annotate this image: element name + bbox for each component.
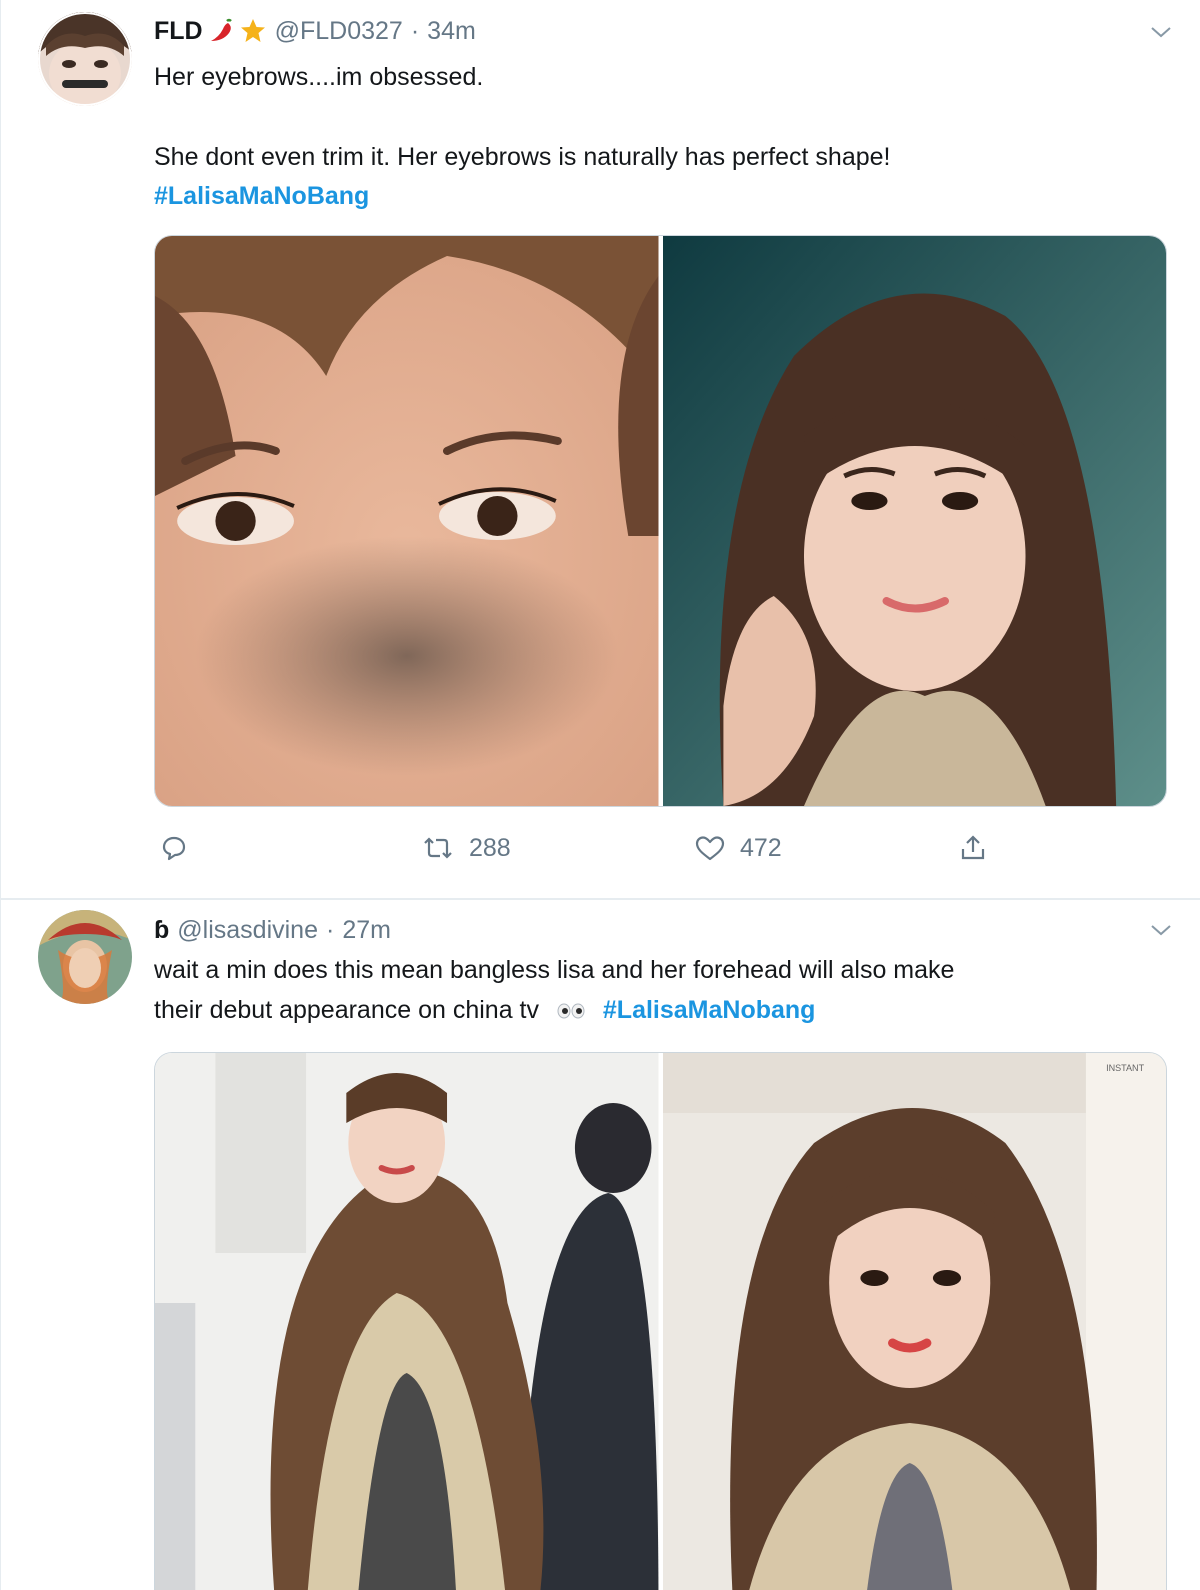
photo-closeup-eyes[interactable] (155, 236, 659, 806)
timeline: FLD @FLD0327 · 34m Her eyebrows....im ob… (0, 0, 1200, 1590)
chevron-down-icon[interactable] (1149, 922, 1173, 938)
user-handle[interactable]: @lisasdivine (177, 916, 318, 945)
media-grid: INSTANT (154, 1052, 1167, 1590)
share-button[interactable] (959, 830, 1001, 866)
like-button[interactable]: 472 (694, 830, 782, 866)
avatar[interactable] (38, 910, 132, 1004)
display-name[interactable]: FLD (154, 17, 203, 46)
tweet-text-fragment: their debut appearance on china tv (154, 996, 539, 1024)
tweet-text-line: #LalisaMaNoBang (154, 177, 1164, 216)
media-grid (154, 235, 1167, 807)
user-handle[interactable]: @FLD0327 (275, 17, 403, 46)
chili-pepper-icon (207, 17, 235, 45)
eyes-emoji-icon (557, 1003, 585, 1019)
star-icon (239, 17, 267, 45)
tweet-text-line: their debut appearance on china tv #Lali… (154, 991, 1164, 1030)
separator-dot: · (410, 16, 420, 45)
avatar[interactable] (38, 12, 132, 106)
photo-airport-portrait[interactable]: INSTANT (658, 1053, 1166, 1590)
retweet-icon (424, 837, 452, 859)
tweet-header: ɓ @lisasdivine · 27m (154, 913, 391, 947)
watermark-text: INSTANT (1106, 1063, 1145, 1073)
tweet-header: FLD @FLD0327 · 34m (154, 14, 476, 48)
reply-icon (162, 836, 186, 861)
heart-icon (695, 836, 725, 861)
tweet[interactable]: ɓ @lisasdivine · 27m wait a min does thi… (1, 902, 1200, 1590)
tweet-text-line: wait a min does this mean bangless lisa … (154, 956, 955, 984)
retweet-count: 288 (469, 833, 511, 862)
photo-portrait[interactable] (658, 236, 1166, 806)
tweet-text-line: Her eyebrows....im obsessed. (154, 63, 484, 91)
tweet-actions: 288 472 (154, 830, 1165, 866)
photo-airport-walking[interactable] (155, 1053, 659, 1590)
timestamp[interactable]: 34m (427, 17, 476, 46)
separator-dot: · (326, 915, 335, 944)
hashtag-link[interactable]: #LalisaMaNobang (603, 996, 816, 1024)
hashtag-link[interactable]: #LalisaMaNoBang (154, 182, 369, 210)
retweet-button[interactable]: 288 (421, 830, 511, 866)
tweet[interactable]: FLD @FLD0327 · 34m Her eyebrows....im ob… (1, 0, 1200, 900)
chevron-down-icon[interactable] (1149, 24, 1173, 40)
share-icon (961, 835, 985, 860)
like-count: 472 (740, 833, 782, 862)
tweet-text-line: She dont even trim it. Her eyebrows is n… (154, 143, 891, 171)
display-name[interactable]: ɓ (154, 916, 169, 945)
timestamp[interactable]: 27m (342, 916, 391, 945)
reply-button[interactable] (160, 830, 202, 866)
